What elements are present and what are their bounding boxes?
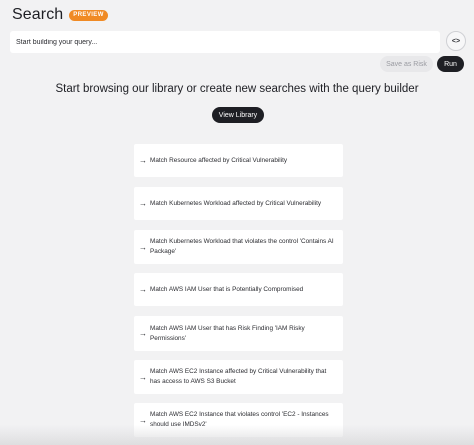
arrow-right-icon: → <box>139 242 147 252</box>
suggestion-card[interactable]: → Match AWS IAM User that is Potentially… <box>134 273 343 306</box>
suggestion-label: Match Kubernetes Workload affected by Cr… <box>150 199 322 207</box>
save-as-risk-button[interactable]: Save as Risk <box>380 56 433 72</box>
arrow-right-icon: → <box>139 285 147 294</box>
arrow-right-icon: → <box>139 329 147 338</box>
preview-badge: PREVIEW <box>69 9 108 21</box>
suggestion-label: Match AWS IAM User that is Potentially C… <box>150 285 304 293</box>
browse-heading: Start browsing our library or create new… <box>55 83 419 95</box>
arrow-right-icon: → <box>139 415 147 425</box>
view-library-button[interactable]: View Library <box>212 107 264 123</box>
run-button[interactable]: Run <box>437 56 464 72</box>
page-title: Search <box>12 6 64 23</box>
suggestion-label: Match Resource affected by Critical Vuln… <box>150 156 288 164</box>
code-icon: <> <box>451 37 461 45</box>
suggestion-label: Match AWS EC2 Instance affected by Criti… <box>150 368 327 385</box>
arrow-right-icon: → <box>139 156 147 165</box>
suggestion-card[interactable]: → Match AWS IAM User that has Risk Findi… <box>134 316 343 351</box>
page-header: Search PREVIEW <box>12 6 108 24</box>
query-input[interactable] <box>10 31 440 53</box>
code-view-toggle-button[interactable]: <> <box>446 31 466 51</box>
suggestion-card[interactable]: → Match Resource affected by Critical Vu… <box>134 144 343 177</box>
suggestion-card[interactable]: → Match AWS EC2 Instance affected by Cri… <box>134 360 343 394</box>
suggestion-card[interactable]: → Match Kubernetes Workload that violate… <box>134 230 343 264</box>
suggestion-label: Match Kubernetes Workload that violates … <box>150 238 334 255</box>
arrow-right-icon: → <box>139 372 147 382</box>
scroll-fade <box>0 425 474 445</box>
arrow-right-icon: → <box>139 199 147 208</box>
suggestion-label: Match AWS IAM User that has Risk Finding… <box>150 324 305 342</box>
suggestion-card[interactable]: → Match Kubernetes Workload affected by … <box>134 187 343 220</box>
